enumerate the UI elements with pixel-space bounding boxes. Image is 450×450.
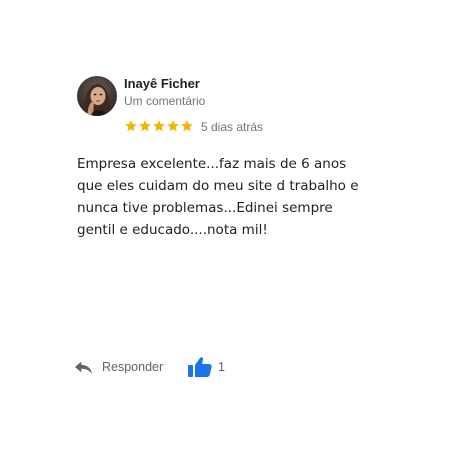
star-icon (139, 120, 151, 132)
review-count: Um comentário (124, 94, 206, 108)
reply-label: Responder (102, 360, 164, 374)
star-icon (125, 120, 137, 132)
star-rating (124, 119, 194, 133)
thumbs-up-icon (188, 357, 212, 377)
star-icon (153, 120, 165, 132)
review-text: Empresa excelente...faz mais de 6 anos q… (77, 156, 359, 238)
star-icon (167, 120, 179, 132)
avatar-photo (77, 76, 117, 116)
reply-arrow-icon (75, 361, 93, 375)
star-icon (181, 120, 193, 132)
like-button[interactable]: 1 (187, 355, 225, 379)
reply-button[interactable]: Responder (73, 356, 163, 378)
avatar[interactable] (77, 76, 117, 116)
author-name[interactable]: Inayê Ficher (124, 76, 200, 91)
like-count: 1 (218, 360, 225, 374)
review-date: 5 dias atrás (201, 120, 264, 134)
review-card: Inayê Ficher Um comentário 5 dias atrás … (0, 0, 450, 450)
